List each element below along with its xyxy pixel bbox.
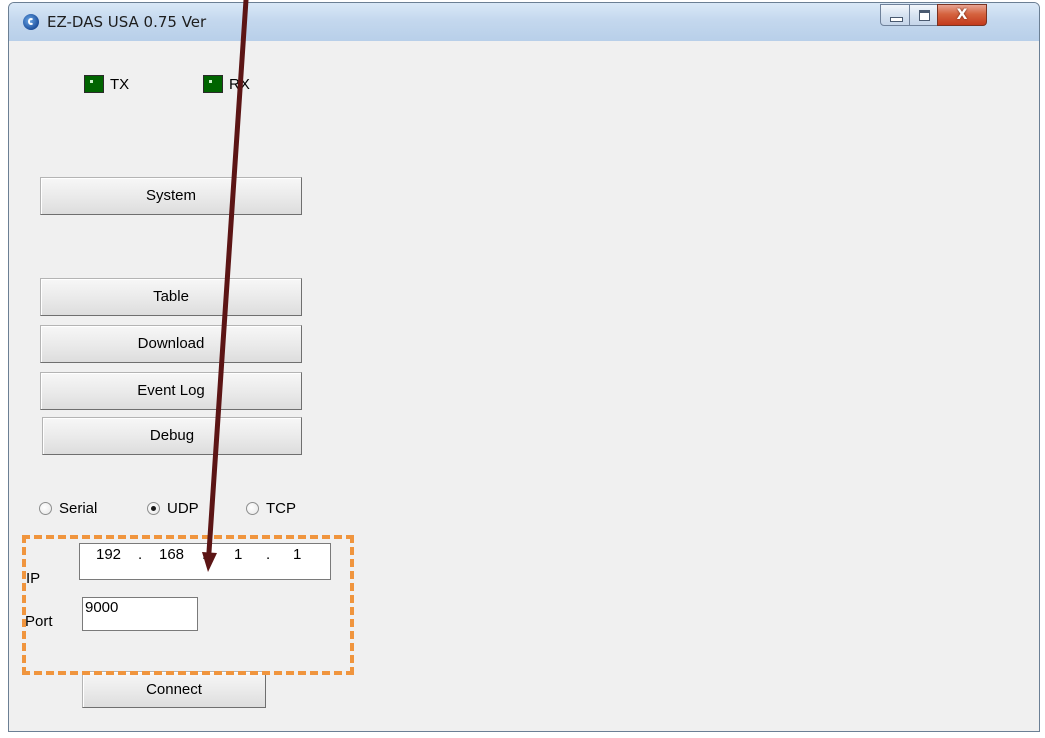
rx-indicator-led [203,75,223,93]
title-bar[interactable]: EZ-DAS USA 0.75 Ver X [9,3,1039,42]
ip-dot-separator: . [202,546,207,563]
ip-octet-1[interactable]: 192 [96,544,121,566]
serial-radio-label: Serial [59,500,98,517]
port-input[interactable]: 9000 [82,597,198,631]
connect-button[interactable]: Connect [82,671,266,708]
maximize-button[interactable] [909,4,938,26]
debug-button[interactable]: Debug [42,417,302,455]
close-button[interactable]: X [937,4,987,26]
tx-indicator-label: TX [110,76,130,93]
close-icon: X [956,7,968,23]
minimize-button[interactable] [880,4,910,26]
app-logo-icon [23,14,39,30]
rx-indicator-label: RX [229,76,250,93]
ip-octet-3[interactable]: 1 [234,544,242,566]
tx-indicator-led [84,75,104,93]
udp-radio-button[interactable] [147,502,160,515]
port-label: Port [25,613,53,630]
window-title: EZ-DAS USA 0.75 Ver [47,13,207,31]
serial-radio-button[interactable] [39,502,52,515]
system-button[interactable]: System [40,177,302,215]
ip-octet-2[interactable]: 168 [159,544,184,566]
download-button[interactable]: Download [40,325,302,363]
maximize-icon [919,10,930,21]
ip-dot-separator: . [138,546,143,563]
ip-octet-4[interactable]: 1 [293,544,301,566]
ip-dot-separator: . [266,546,271,563]
ip-address-field[interactable]: 192 . 168 . 1 . 1 [79,543,331,580]
table-button[interactable]: Table [40,278,302,316]
udp-radio-label: UDP [167,500,199,517]
minimize-icon [890,17,903,22]
ip-label: IP [26,570,41,587]
tcp-radio-label: TCP [266,500,296,517]
tcp-radio-button[interactable] [246,502,259,515]
app-window: EZ-DAS USA 0.75 Ver X TX RX System Table… [8,2,1040,732]
event-log-button[interactable]: Event Log [40,372,302,410]
client-area: TX RX System Table Download Event Log De… [9,41,1039,731]
